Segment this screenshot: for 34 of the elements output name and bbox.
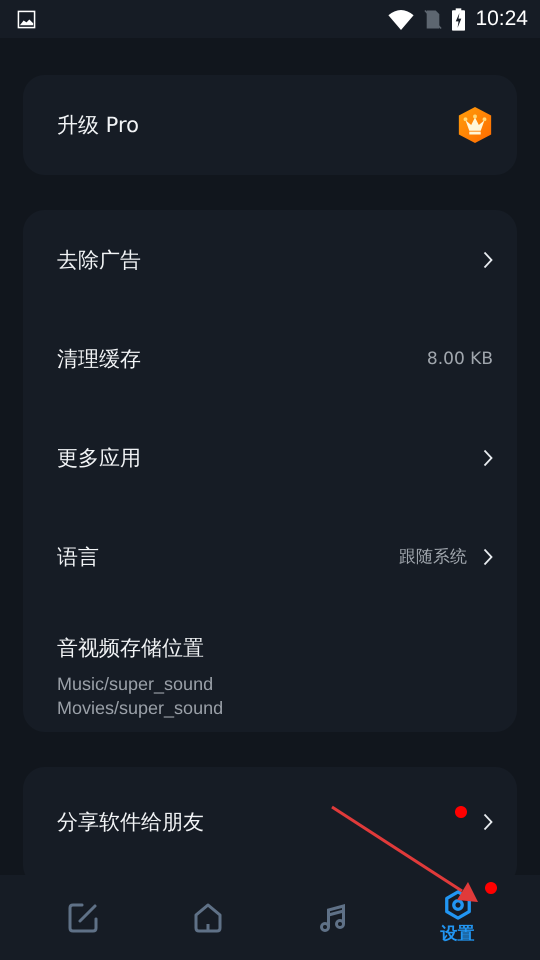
share-card[interactable]: 分享软件给朋友: [23, 767, 517, 875]
nav-tab[interactable]: [192, 902, 224, 934]
setting-value: 跟随系统: [399, 546, 467, 568]
wifi-icon: [388, 8, 414, 30]
setting-row[interactable]: 语言 跟随系统: [57, 507, 493, 606]
setting-row[interactable]: 去除广告: [57, 210, 493, 309]
status-time: 10:24: [475, 7, 528, 31]
no-sim-icon: [424, 8, 442, 30]
setting-label: 清理缓存: [57, 346, 141, 372]
setting-label: 音视频存储位置: [57, 635, 204, 662]
storage-path: Movies/super_sound: [57, 697, 224, 720]
home-icon: [192, 902, 224, 934]
chevron-right-icon: [483, 448, 493, 466]
setting-label: 语言: [57, 544, 99, 570]
edit-icon: [66, 902, 98, 934]
crown-icon: [457, 106, 493, 144]
image-icon: [17, 10, 36, 28]
storage-row[interactable]: 音视频存储位置 Music/super_sound Movies/super_sound: [57, 606, 493, 720]
nav-tab[interactable]: [66, 902, 98, 934]
setting-row[interactable]: 清理缓存 8.00 KB: [57, 309, 493, 408]
chevron-right-icon: [483, 250, 493, 268]
setting-label: 去除广告: [57, 246, 141, 274]
storage-path: Music/super_sound: [57, 673, 214, 696]
chevron-right-icon: [483, 548, 493, 566]
setting-row[interactable]: 更多应用: [57, 408, 493, 507]
setting-value: 8.00 KB: [426, 348, 493, 368]
battery-icon: [452, 8, 466, 30]
upgrade-label: 升级 Pro: [57, 112, 139, 139]
setting-label: 更多应用: [57, 444, 141, 472]
settings-icon: [442, 890, 472, 920]
nav-tab[interactable]: 设置: [440, 890, 474, 945]
chevron-right-icon: [483, 813, 493, 831]
upgrade-card[interactable]: 升级 Pro: [23, 75, 517, 175]
share-label: 分享软件给朋友: [57, 809, 204, 836]
